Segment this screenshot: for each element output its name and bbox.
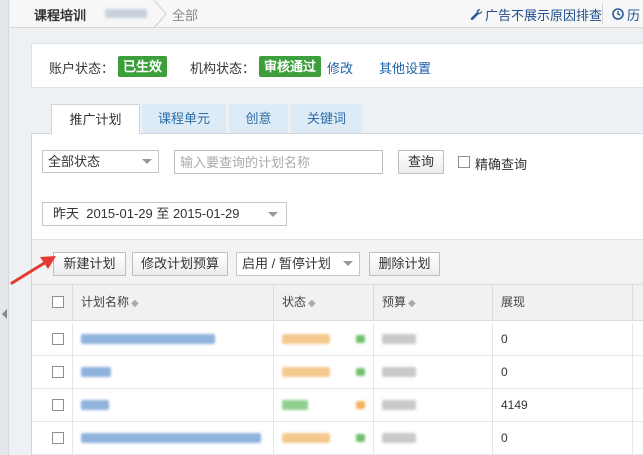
chevron-down-icon xyxy=(142,159,152,164)
redacted-plan-name[interactable] xyxy=(81,400,109,410)
status-filter-value: 全部状态 xyxy=(48,154,101,169)
chevron-down-icon xyxy=(343,261,353,266)
red-arrow-annotation-icon xyxy=(10,256,56,285)
redacted-status xyxy=(282,367,330,377)
modify-budget-button[interactable]: 修改计划预算 xyxy=(132,252,228,276)
account-status-label: 账户状态： xyxy=(49,61,115,76)
redacted-status xyxy=(282,433,330,443)
tab-course-units[interactable]: 课程单元 xyxy=(142,104,226,133)
table-row[interactable]: 0 xyxy=(32,356,643,389)
sort-icon: ◆ xyxy=(131,298,139,309)
table-row[interactable]: 0 xyxy=(32,323,643,356)
exact-match-checkbox[interactable] xyxy=(458,156,470,168)
toggle-plan-label: 启用 / 暂停计划 xyxy=(242,256,331,271)
column-plan-name[interactable]: 计划名称 ◆ xyxy=(72,285,273,320)
redacted-budget xyxy=(382,433,416,443)
column-budget[interactable]: 预算 ◆ xyxy=(373,285,492,320)
left-collapse-rail[interactable] xyxy=(0,0,9,455)
date-range-picker[interactable]: 昨天 2015-01-29 至 2015-01-29 xyxy=(42,202,287,226)
clock-icon xyxy=(612,8,624,23)
ads-issue-label: 广告不展示原因排查 xyxy=(485,8,603,23)
redacted-budget xyxy=(382,367,416,377)
plan-table-header: 计划名称 ◆ 状态 ◆ 预算 ◆ 展现 xyxy=(32,284,643,321)
chevron-down-icon xyxy=(268,212,278,217)
redacted-plan-name[interactable] xyxy=(81,367,111,377)
account-status-bar: 账户状态： 已生效 机构状态： 审核通过 修改 其他设置 xyxy=(31,43,643,88)
status-indicator-icon xyxy=(356,335,365,343)
redacted-budget xyxy=(382,400,416,410)
org-status-badge: 审核通过 xyxy=(259,56,322,77)
plan-toolbar: 新建计划 修改计划预算 启用 / 暂停计划 删除计划 xyxy=(32,239,643,284)
status-indicator-icon xyxy=(356,368,365,376)
sort-icon: ◆ xyxy=(408,298,416,309)
impressions-value: 0 xyxy=(501,365,508,379)
plan-search-input[interactable] xyxy=(174,150,383,174)
tab-creatives[interactable]: 创意 xyxy=(229,104,288,133)
redacted-plan-name[interactable] xyxy=(81,433,261,443)
redacted-budget xyxy=(382,334,416,344)
toggle-plan-select[interactable]: 启用 / 暂停计划 xyxy=(236,252,360,276)
select-all-checkbox[interactable] xyxy=(52,296,64,308)
status-filter-select[interactable]: 全部状态 xyxy=(42,150,159,173)
header-divider xyxy=(602,3,603,25)
impressions-value: 0 xyxy=(501,332,508,346)
exact-match-label: 精确查询 xyxy=(475,157,528,172)
ads-issue-link[interactable]: 广告不展示原因排查 xyxy=(470,5,602,24)
other-settings-link[interactable]: 其他设置 xyxy=(379,58,431,77)
impressions-value: 0 xyxy=(501,431,508,445)
breadcrumb-redacted-name xyxy=(105,9,147,18)
row-checkbox[interactable] xyxy=(52,399,64,411)
collapse-arrow-icon[interactable] xyxy=(2,309,7,319)
account-status-badge: 已生效 xyxy=(118,56,168,77)
top-header: 课程培训 全部 广告不展示原因排查 历 xyxy=(10,0,643,28)
breadcrumb-separator-icon xyxy=(153,0,167,28)
org-status-label: 机构状态： xyxy=(190,61,256,76)
column-next xyxy=(632,285,643,320)
breadcrumb-root[interactable]: 课程培训 xyxy=(34,5,86,24)
tab-plans[interactable]: 推广计划 xyxy=(51,104,140,134)
tab-keywords[interactable]: 关键词 xyxy=(291,104,362,133)
history-label: 历 xyxy=(627,8,641,23)
new-plan-button[interactable]: 新建计划 xyxy=(53,252,126,276)
row-checkbox[interactable] xyxy=(52,366,64,378)
column-status[interactable]: 状态 ◆ xyxy=(273,285,373,320)
status-indicator-icon xyxy=(356,401,365,409)
table-row[interactable]: 4149 xyxy=(32,389,643,422)
delete-plan-button[interactable]: 删除计划 xyxy=(369,252,440,276)
status-indicator-icon xyxy=(356,434,365,442)
sort-icon: ◆ xyxy=(308,298,316,309)
table-row[interactable]: 0 xyxy=(32,422,643,455)
date-range-value: 昨天 2015-01-29 至 2015-01-29 xyxy=(53,206,240,221)
redacted-status xyxy=(282,400,308,410)
modify-link[interactable]: 修改 xyxy=(327,58,353,77)
impressions-value: 4149 xyxy=(501,398,528,412)
search-button[interactable]: 查询 xyxy=(398,150,444,174)
plans-panel: 全部状态 查询 精确查询 昨天 2015-01-29 至 2015-01-29 … xyxy=(31,133,643,455)
breadcrumb-current: 全部 xyxy=(172,8,199,23)
wrench-icon xyxy=(470,8,483,23)
redacted-status xyxy=(282,334,330,344)
row-checkbox[interactable] xyxy=(52,432,64,444)
row-checkbox[interactable] xyxy=(52,333,64,345)
redacted-plan-name[interactable] xyxy=(81,334,215,344)
history-link[interactable]: 历 xyxy=(612,5,640,24)
column-impressions[interactable]: 展现 xyxy=(492,285,632,320)
